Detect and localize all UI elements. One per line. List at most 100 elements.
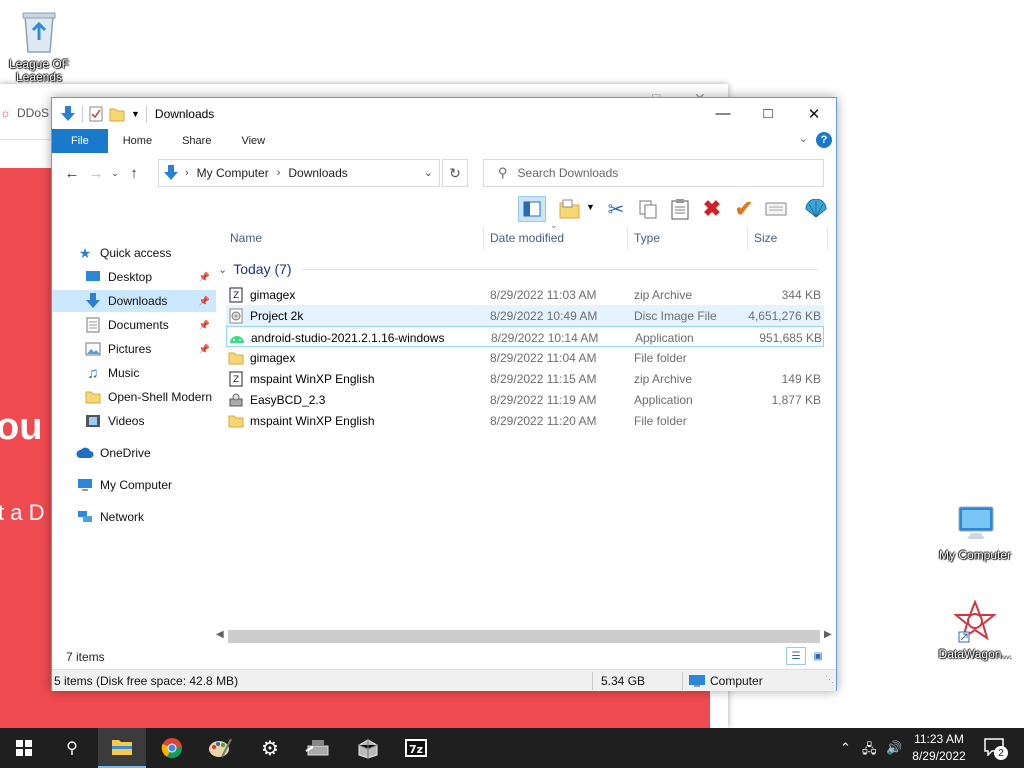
properties-check-icon[interactable] [89, 106, 103, 122]
address-bar[interactable]: › My Computer › Downloads ⌄ [158, 159, 440, 187]
file-row[interactable]: gimagex 8/29/2022 11:04 AM File folder [226, 347, 824, 368]
minimize-button[interactable]: — [700, 98, 746, 129]
sidebar-item-documents[interactable]: Documents 📌 [52, 314, 216, 336]
recent-locations-chevron-icon[interactable]: ⌄ [108, 168, 122, 179]
sidebar-item-pictures[interactable]: Pictures 📌 [52, 338, 216, 360]
column-header-name[interactable]: Name [224, 226, 484, 250]
network-status-icon[interactable]: 🖧 [862, 740, 877, 762]
file-explorer-window[interactable]: ▼ Downloads — □ ✕ File Home Share View ⌄… [51, 97, 837, 691]
taskbar-app-drive[interactable] [294, 728, 342, 768]
drive-utility-icon [305, 740, 329, 756]
start-button[interactable] [0, 728, 48, 768]
breadcrumb-downloads[interactable]: Downloads [288, 166, 347, 180]
pin-icon[interactable]: 📌 [199, 344, 210, 355]
action-center-button[interactable]: 2 [980, 736, 1010, 760]
tab-file[interactable]: File [52, 129, 108, 153]
file-row[interactable]: android-studio-2021.2.1.16-windows 8/29/… [226, 326, 824, 347]
taskbar-settings[interactable]: ⚙ [246, 728, 294, 768]
breadcrumb-chevron-icon[interactable]: › [185, 167, 189, 179]
new-folder-icon[interactable] [109, 106, 125, 122]
copy-button[interactable] [634, 196, 662, 222]
file-row[interactable]: EasyBCD_2.3 8/29/2022 11:19 AM Applicati… [226, 389, 824, 410]
tab-home[interactable]: Home [108, 129, 167, 153]
sidebar-item-videos[interactable]: Videos [52, 410, 216, 432]
file-name: EasyBCD_2.3 [250, 392, 326, 407]
tab-share[interactable]: Share [167, 129, 226, 153]
zip-icon: Z [228, 287, 244, 303]
expand-ribbon-chevron-icon[interactable]: ⌄ [799, 132, 808, 145]
sidebar-item-my-computer[interactable]: My Computer [52, 474, 216, 496]
customize-qa-chevron-icon[interactable]: ▼ [131, 109, 140, 119]
folder-options-icon [559, 199, 580, 219]
details-view-icon[interactable]: ☰ [786, 647, 806, 665]
sidebar-item-desktop[interactable]: Desktop 📌 [52, 266, 216, 288]
scroll-right-arrow-icon[interactable]: ▶ [824, 629, 832, 640]
taskbar-paint[interactable] [196, 728, 244, 768]
group-collapse-chevron-icon[interactable]: ⌄ [218, 263, 227, 276]
file-name-cell: android-studio-2021.2.1.16-windows [229, 327, 444, 348]
forward-arrow-icon[interactable]: → [84, 165, 108, 182]
pin-icon[interactable]: 📌 [199, 272, 210, 283]
up-arrow-icon[interactable]: ↑ [122, 165, 146, 182]
pin-icon[interactable]: 📌 [199, 320, 210, 331]
browser-tab[interactable]: ☼ DDoS [0, 106, 49, 120]
taskbar-app-installer[interactable] [344, 728, 392, 768]
rename-button[interactable]: ✔ [730, 196, 758, 222]
desktop-icon-datawagon[interactable]: DataWagon... [930, 600, 1020, 661]
maximize-button[interactable]: □ [745, 98, 791, 129]
sidebar-item-network[interactable]: Network [52, 506, 216, 528]
pin-icon[interactable]: 📌 [199, 296, 210, 307]
taskbar-file-explorer[interactable] [98, 728, 146, 768]
help-icon[interactable]: ? [816, 132, 832, 148]
taskbar-7zip[interactable]: 7z [392, 728, 440, 768]
shell-button[interactable] [802, 196, 830, 222]
sidebar-item-downloads[interactable]: Downloads 📌 [52, 290, 216, 312]
cut-button[interactable]: ✂ [602, 196, 630, 222]
file-date: 8/29/2022 10:49 AM [490, 308, 598, 323]
search-input[interactable]: Search Downloads [518, 166, 619, 180]
column-header-type[interactable]: Type [628, 226, 748, 250]
tab-view[interactable]: View [226, 129, 280, 153]
desktop-icon-my-computer[interactable]: My Computer [930, 505, 1020, 562]
scrollbar-thumb[interactable] [228, 630, 820, 643]
search-box[interactable]: ⚲ Search Downloads [483, 159, 824, 187]
scroll-left-arrow-icon[interactable]: ◀ [216, 629, 224, 640]
breadcrumb-my-computer[interactable]: My Computer [197, 166, 269, 180]
close-button[interactable]: ✕ [791, 98, 837, 129]
back-arrow-icon[interactable]: ← [60, 165, 84, 182]
file-row[interactable]: Z gimagex 8/29/2022 11:03 AM zip Archive… [226, 284, 824, 305]
taskbar-chrome[interactable] [148, 728, 196, 768]
file-row[interactable]: Project 2k 8/29/2022 10:49 AM Disc Image… [226, 305, 824, 326]
address-dropdown-chevron-icon[interactable]: ⌄ [424, 166, 433, 179]
horizontal-scrollbar[interactable]: ◀ ▶ [214, 628, 836, 645]
sidebar-item-onedrive[interactable]: OneDrive [52, 442, 216, 464]
music-icon: ♫ [87, 364, 99, 382]
file-row[interactable]: Z mspaint WinXP English 8/29/2022 11:15 … [226, 368, 824, 389]
desktop-icon-recycle-bin[interactable]: League OF Leaends [0, 10, 84, 84]
show-hidden-icons-chevron-icon[interactable]: ⌃ [840, 740, 851, 756]
status-bar: 5 items (Disk free space: 42.8 MB) 5.34 … [52, 669, 836, 691]
clock-date: 8/29/2022 [912, 749, 966, 763]
change-view-chevron-icon[interactable]: ▼ [586, 202, 595, 212]
group-header-today[interactable]: ⌄ Today (7) [218, 259, 818, 279]
change-view-button[interactable] [556, 196, 584, 222]
properties-button[interactable] [762, 196, 790, 222]
search-button[interactable]: ⚲ [48, 728, 96, 768]
breadcrumb-chevron-icon[interactable]: › [277, 167, 281, 179]
sidebar-item-music[interactable]: ♫ Music [52, 362, 216, 384]
paste-button[interactable] [666, 196, 694, 222]
file-row[interactable]: mspaint WinXP English 8/29/2022 11:20 AM… [226, 410, 824, 431]
volume-icon[interactable]: 🔊 [886, 740, 902, 756]
file-size: 344 KB [781, 287, 821, 302]
large-icons-view-icon[interactable]: ▣ [808, 647, 828, 665]
status-size: 5.34 GB [601, 674, 646, 688]
resize-grip-icon[interactable]: ⋱ [825, 674, 834, 685]
system-clock[interactable]: 11:23 AM 8/29/2022 [906, 731, 972, 765]
refresh-button[interactable]: ↻ [442, 159, 468, 187]
preview-pane-button[interactable] [518, 196, 546, 222]
delete-button[interactable]: ✖ [698, 196, 726, 222]
column-header-size[interactable]: Size [748, 226, 828, 250]
downloads-arrow-icon[interactable] [60, 105, 76, 123]
sidebar-item-quick-access[interactable]: ★ Quick access [52, 242, 216, 264]
sidebar-item-open-shell[interactable]: Open-Shell Modern [52, 386, 216, 408]
